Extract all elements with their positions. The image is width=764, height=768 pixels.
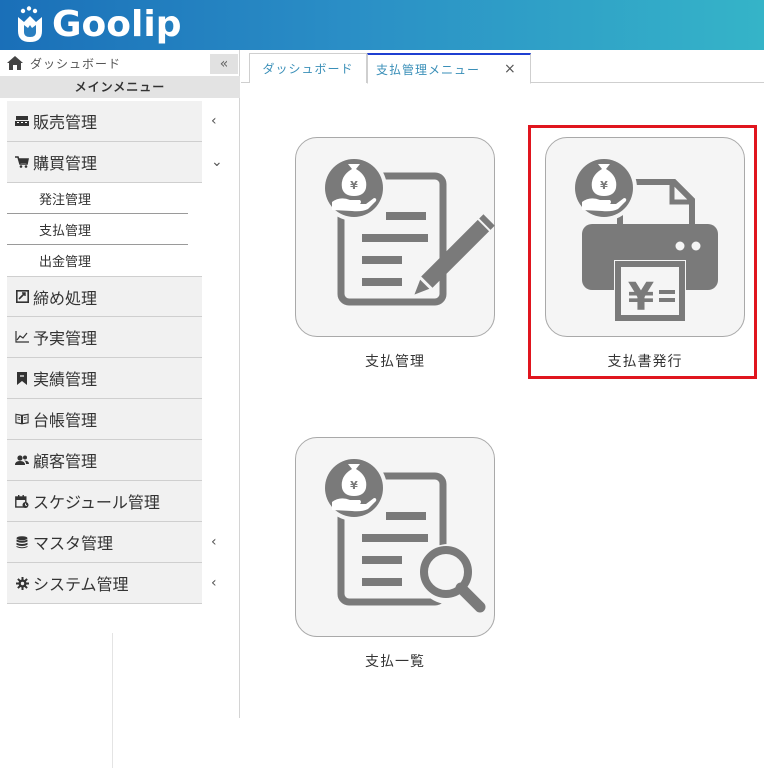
sidebar-item-closing[interactable]: 締め処理 [7, 276, 202, 317]
sidebar-item-label: 購買管理 [33, 154, 98, 173]
tile-label: 支払管理 [365, 354, 425, 370]
purchasing-submenu: 発注管理 支払管理 出金管理 [7, 183, 202, 276]
register-icon [15, 114, 29, 128]
home-icon [7, 56, 23, 70]
main-menu-list: 販売管理 ‹ 購買管理 ⌄ 発注管理 支払管理 出金管理 締め処理 予実管理 実… [7, 101, 223, 604]
close-icon[interactable]: × [504, 61, 517, 77]
cart-icon [15, 155, 29, 169]
sidebar-dashboard-link[interactable]: ダッシュボード [0, 50, 240, 76]
chevron-left-icon: ‹ [211, 113, 217, 129]
sidebar-item-label: 予実管理 [33, 329, 98, 348]
tab-bar: ダッシュボード 支払管理メニュー × [241, 50, 764, 84]
sidebar-item-customers[interactable]: 顧客管理 [7, 440, 202, 481]
chevron-down-icon: ⌄ [211, 154, 223, 170]
tile-button[interactable]: ¥ [295, 437, 495, 637]
tulip-logo-icon [14, 5, 50, 45]
bookmark-icon [15, 371, 29, 385]
sidebar-collapse-button[interactable]: « [210, 54, 238, 74]
sidebar-item-label: システム管理 [33, 575, 129, 594]
tile-label: 支払一覧 [365, 654, 425, 670]
sidebar-item-label: 締め処理 [33, 288, 98, 308]
gear-icon [15, 576, 29, 590]
sidebar-item-schedule[interactable]: スケジュール管理 [7, 481, 202, 522]
tile-payment-management[interactable]: ¥ 支払管理 [295, 137, 495, 371]
line-chart-icon [15, 330, 29, 344]
calendar-icon [15, 494, 29, 508]
sidebar: ダッシュボード « メインメニュー 販売管理 ‹ 購買管理 ⌄ 発注管理 支払管… [0, 50, 240, 768]
payment-edit-icon: ¥ [321, 155, 495, 306]
submenu-item-order[interactable]: 発注管理 [7, 183, 188, 214]
svg-text:¥: ¥ [350, 179, 358, 192]
tile-button[interactable]: ¥ [295, 137, 495, 337]
database-icon [15, 535, 29, 549]
sidebar-item-label: 実績管理 [33, 370, 98, 389]
selection-highlight [528, 125, 757, 379]
main-menu-title: メインメニュー [0, 76, 240, 98]
book-icon [15, 412, 29, 426]
divider [112, 633, 113, 768]
sidebar-item-purchasing[interactable]: 購買管理 ⌄ [7, 142, 223, 183]
tab-dashboard[interactable]: ダッシュボード [249, 53, 367, 83]
checkbox-icon [15, 290, 29, 304]
tab-payment-menu[interactable]: 支払管理メニュー × [367, 53, 531, 84]
sidebar-item-label: マスタ管理 [33, 534, 114, 553]
submenu-item-withdrawal[interactable]: 出金管理 [7, 245, 202, 276]
sidebar-item-results[interactable]: 実績管理 [7, 358, 202, 399]
tab-label: ダッシュボード [262, 62, 354, 76]
main-content: ¥ 支払管理 ¥ ¥ 支払書発行 ¥ 支払一覧 [241, 84, 764, 718]
payment-search-icon: ¥ [321, 455, 486, 613]
sidebar-item-label: 顧客管理 [33, 452, 98, 471]
sidebar-dashboard-label: ダッシュボード [30, 56, 122, 71]
logo[interactable]: Goolip [14, 4, 181, 46]
tile-payment-list[interactable]: ¥ 支払一覧 [295, 437, 495, 671]
app-header: Goolip [0, 0, 764, 50]
sidebar-item-system[interactable]: システム管理 ‹ [7, 563, 217, 604]
sidebar-item-label: 台帳管理 [33, 411, 98, 430]
sidebar-item-ledger[interactable]: 台帳管理 [7, 399, 202, 440]
submenu-item-payment[interactable]: 支払管理 [7, 214, 188, 245]
sidebar-item-budget[interactable]: 予実管理 [7, 317, 202, 358]
users-icon [15, 453, 29, 467]
sidebar-item-sales[interactable]: 販売管理 ‹ [7, 101, 217, 142]
tab-label: 支払管理メニュー [376, 62, 481, 77]
sidebar-item-master[interactable]: マスタ管理 ‹ [7, 522, 217, 563]
chevron-left-icon: ‹ [211, 575, 217, 591]
sidebar-item-label: スケジュール管理 [33, 493, 160, 512]
sidebar-item-label: 販売管理 [33, 113, 98, 132]
svg-text:¥: ¥ [350, 479, 358, 492]
chevron-left-icon: ‹ [211, 534, 217, 550]
logo-text: Goolip [52, 4, 182, 45]
